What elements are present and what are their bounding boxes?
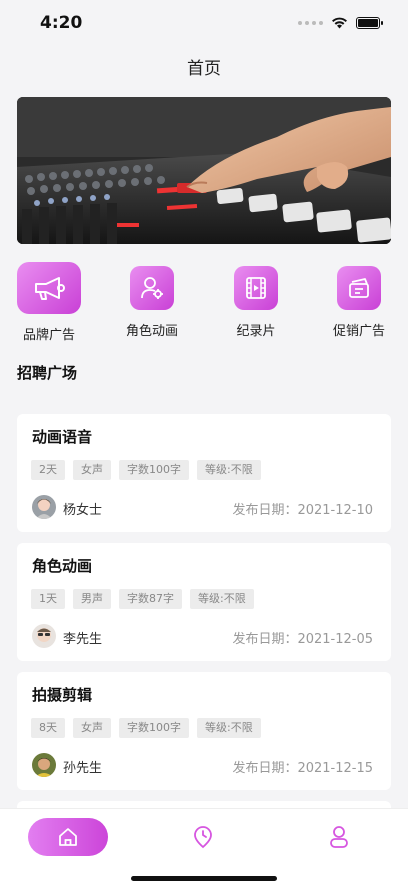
- film-icon: [234, 266, 278, 310]
- category-label: 促销广告: [332, 324, 385, 339]
- home-icon: [59, 828, 77, 846]
- job-card[interactable]: 角色动画 1天 男声 字数87字 等级:不限 李先生 发布日期：2021-12-…: [17, 543, 391, 661]
- clock-icon: [194, 826, 212, 849]
- tag-voice: 女声: [73, 460, 111, 480]
- battery-icon: [356, 17, 383, 29]
- status-time: 4:20: [40, 13, 83, 33]
- category-label: 品牌广告: [22, 328, 75, 343]
- job-tags: 2天 女声 字数100字 等级:不限: [31, 460, 261, 480]
- category-label: 纪录片: [236, 324, 276, 339]
- avatar: [32, 753, 56, 777]
- publish-date: 发布日期：2021-12-05: [232, 632, 373, 647]
- category-promo-ad[interactable]: 促销广告: [319, 262, 399, 339]
- wifi-icon: [332, 17, 347, 29]
- tab-home[interactable]: [28, 818, 108, 856]
- promo-card-icon: [337, 266, 381, 310]
- job-title: 动画语音: [32, 428, 93, 446]
- tab-profile[interactable]: [328, 825, 350, 853]
- job-title: 角色动画: [32, 557, 93, 575]
- tag-level: 等级:不限: [197, 718, 261, 738]
- category-nav: 品牌广告 角色动画 纪录片 促销广告: [0, 262, 408, 344]
- user-icon: [330, 826, 348, 848]
- job-tags: 8天 女声 字数100字 等级:不限: [31, 718, 261, 738]
- poster-name: 杨女士: [63, 503, 103, 518]
- tag-level: 等级:不限: [190, 589, 254, 609]
- poster-name: 孙先生: [63, 761, 103, 776]
- status-icons: [298, 17, 383, 29]
- poster-name: 李先生: [63, 632, 103, 647]
- tag-word-count: 字数87字: [119, 589, 182, 609]
- category-brand-ad[interactable]: 品牌广告: [9, 262, 89, 343]
- job-card[interactable]: 拍摄剪辑 8天 女声 字数100字 等级:不限 孙先生 发布日期：2021-12…: [17, 672, 391, 790]
- mixing-console-illustration: [17, 97, 391, 244]
- tag-duration: 2天: [31, 460, 65, 480]
- tag-word-count: 字数100字: [119, 718, 189, 738]
- home-indicator: [131, 876, 277, 881]
- category-documentary[interactable]: 纪录片: [216, 262, 296, 339]
- publish-date: 发布日期：2021-12-10: [232, 503, 373, 518]
- job-title: 拍摄剪辑: [32, 686, 93, 704]
- person-gear-icon: [130, 266, 174, 310]
- tag-level: 等级:不限: [197, 460, 261, 480]
- megaphone-icon: [17, 262, 81, 314]
- avatar: [32, 495, 56, 519]
- job-card[interactable]: 动画语音 2天 女声 字数100字 等级:不限 杨女士 发布日期：2021-12…: [17, 414, 391, 532]
- section-title: 招聘广场: [17, 364, 78, 382]
- tag-word-count: 字数100字: [119, 460, 189, 480]
- page-title: 首页: [187, 59, 221, 79]
- tab-history[interactable]: [192, 825, 214, 853]
- avatar: [32, 624, 56, 648]
- banner-image[interactable]: [17, 97, 391, 244]
- publish-date: 发布日期：2021-12-15: [232, 761, 373, 776]
- tag-voice: 女声: [73, 718, 111, 738]
- job-tags: 1天 男声 字数87字 等级:不限: [31, 589, 254, 609]
- tag-duration: 1天: [31, 589, 65, 609]
- signal-icon: [298, 21, 323, 25]
- status-bar: 4:20: [0, 0, 408, 46]
- category-label: 角色动画: [125, 324, 178, 339]
- tag-duration: 8天: [31, 718, 65, 738]
- tag-voice: 男声: [73, 589, 111, 609]
- category-character-animation[interactable]: 角色动画: [112, 262, 192, 339]
